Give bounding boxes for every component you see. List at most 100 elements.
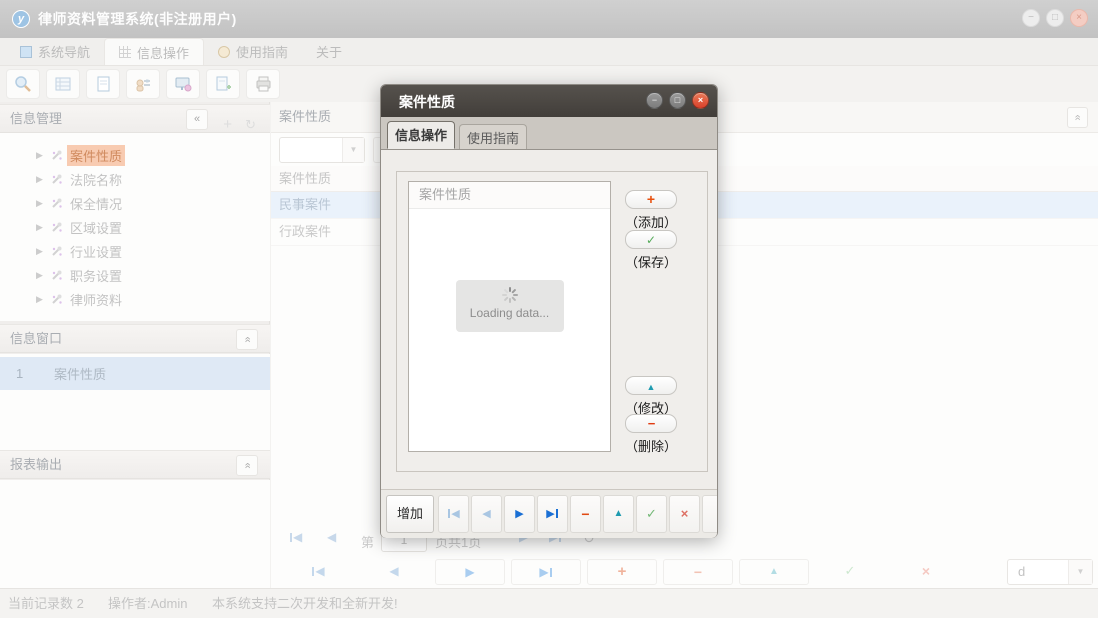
delete-record-icon[interactable]: − xyxy=(570,495,601,533)
user-settings-button[interactable] xyxy=(126,69,160,99)
minimize-icon[interactable]: − xyxy=(1022,9,1040,27)
tool-icon xyxy=(52,270,62,280)
tool-icon xyxy=(52,198,62,208)
chevron-down-icon[interactable]: ▼ xyxy=(1068,560,1092,584)
report-add-icon xyxy=(216,76,231,91)
cancel-icon[interactable]: × xyxy=(669,495,700,533)
expand-arrow-icon[interactable]: ▶ xyxy=(36,246,50,257)
dialog-window-controls: − □ × xyxy=(646,92,709,109)
expand-arrow-icon[interactable]: ▶ xyxy=(36,222,50,233)
tree-label: 区域设置 xyxy=(70,220,123,236)
expand-arrow-icon[interactable]: ▶ xyxy=(36,174,50,185)
toolbar-button-partial[interactable] xyxy=(702,495,717,533)
tool-icon xyxy=(52,294,62,304)
tree-item-lawyer-data[interactable]: ▶ 律师资料 xyxy=(0,287,270,311)
loading-indicator: Loading data... xyxy=(455,280,564,332)
save-record-icon[interactable]: ✓ xyxy=(815,559,885,585)
close-icon[interactable]: × xyxy=(1070,9,1088,27)
filter-dropdown[interactable]: ▼ xyxy=(279,137,365,163)
expand-arrow-icon[interactable]: ▶ xyxy=(36,150,50,161)
first-record-icon[interactable]: ◀ xyxy=(283,559,353,585)
expand-arrow-icon[interactable]: ▶ xyxy=(36,294,50,305)
data-list-icon xyxy=(55,77,71,91)
tree-label: 保全情况 xyxy=(70,196,123,212)
tree-item-position-settings[interactable]: ▶ 职务设置 xyxy=(0,263,270,287)
tree-item-case-nature[interactable]: ▶ 案件性质 xyxy=(0,143,270,167)
list-column-header[interactable]: 案件性质 xyxy=(409,182,610,209)
maximize-icon[interactable]: □ xyxy=(669,92,686,109)
add-button[interactable]: + xyxy=(625,190,677,209)
statusbar: 当前记录数 2 操作者:Admin 本系统支持二次开发和全新开发! xyxy=(0,588,1098,618)
sidebar: 信息管理 « + ↻ ▶ 案件性质 ▶ 法院名称 ▶ 保全情况 ▶ 区域设置 ▶… xyxy=(0,102,270,588)
modify-button[interactable]: ▲ xyxy=(625,376,677,395)
prev-page-icon[interactable]: ◀ xyxy=(327,530,336,544)
expand-arrow-icon[interactable]: ▶ xyxy=(36,198,50,209)
add-record-icon[interactable]: + xyxy=(587,559,657,585)
next-record-icon[interactable]: ▶ xyxy=(504,495,535,533)
info-management-panel-header[interactable]: 信息管理 « + ↻ xyxy=(0,104,270,133)
data-list-button[interactable] xyxy=(46,69,80,99)
dialog-footer-toolbar: 增加 ◀ ◀ ▶ ▶ − ▲ ✓ × xyxy=(381,489,717,538)
dialog-body: 案件性质 Loading data... + （添加） ✓ （保存） ▲ （修改… xyxy=(381,150,717,489)
tree-item-court-name[interactable]: ▶ 法院名称 xyxy=(0,167,270,191)
panel-title: 报表输出 xyxy=(10,457,63,472)
list-item[interactable]: 1 案件性质 xyxy=(0,357,270,390)
document-button[interactable] xyxy=(86,69,120,99)
modify-record-icon[interactable]: ▲ xyxy=(739,559,809,585)
save-button[interactable]: ✓ xyxy=(625,230,677,249)
tab-user-guide[interactable]: 使用指南 xyxy=(459,124,527,149)
tree-item-industry-settings[interactable]: ▶ 行业设置 xyxy=(0,239,270,263)
plus-icon: + xyxy=(646,191,656,207)
dialog-titlebar: 案件性质 − □ × xyxy=(381,85,717,117)
prev-record-icon[interactable]: ◀ xyxy=(359,559,429,585)
tree-item-preservation[interactable]: ▶ 保全情况 xyxy=(0,191,270,215)
minimize-icon[interactable]: − xyxy=(646,92,663,109)
prev-record-icon[interactable]: ◀ xyxy=(471,495,502,533)
tab-user-guide[interactable]: 使用指南 xyxy=(204,38,302,65)
tree-item-region-settings[interactable]: ▶ 区域设置 xyxy=(0,215,270,239)
add-label: （添加） xyxy=(624,215,677,230)
add-row-button[interactable]: 增加 xyxy=(386,495,434,533)
last-record-icon[interactable]: ▶ xyxy=(537,495,568,533)
expand-arrow-icon[interactable]: ▶ xyxy=(36,270,50,281)
report-add-button[interactable] xyxy=(206,69,240,99)
collapse-up-icon[interactable]: « xyxy=(1067,107,1088,128)
main-titlebar: y 律师资料管理系统(非注册用户) − □ × xyxy=(0,0,1098,38)
panel-title: 信息窗口 xyxy=(10,331,63,346)
record-dropdown[interactable]: d ▼ xyxy=(1007,559,1093,585)
delete-button[interactable]: − xyxy=(625,414,677,433)
tab-label: 信息操作 xyxy=(137,45,190,61)
modify-record-icon[interactable]: ▲ xyxy=(603,495,634,533)
delete-label: （删除） xyxy=(624,439,677,454)
case-nature-dialog: 案件性质 − □ × 信息操作 使用指南 案件性质 Loading data..… xyxy=(380,84,718,538)
tab-about[interactable]: 关于 xyxy=(302,38,356,65)
collapse-left-icon[interactable]: « xyxy=(186,109,208,130)
tab-info-operation[interactable]: 信息操作 xyxy=(104,38,205,65)
delete-record-icon[interactable]: − xyxy=(663,559,733,585)
next-record-icon[interactable]: ▶ xyxy=(435,559,505,585)
first-record-icon[interactable]: ◀ xyxy=(438,495,469,533)
tab-system-nav[interactable]: 系统导航 xyxy=(6,38,104,65)
close-icon[interactable]: × xyxy=(692,92,709,109)
list-item-index: 1 xyxy=(16,366,24,381)
application-window: y 律师资料管理系统(非注册用户) − □ × 系统导航 信息操作 使用指南 关… xyxy=(0,0,1098,618)
chevron-down-icon[interactable]: ▼ xyxy=(342,138,364,162)
tool-icon xyxy=(52,150,62,160)
app-logo-icon: y xyxy=(12,10,30,28)
collapse-up-icon[interactable]: « xyxy=(236,455,258,476)
search-button[interactable] xyxy=(6,69,40,99)
report-output-panel-header[interactable]: 报表输出 « xyxy=(0,450,270,479)
collapse-up-icon[interactable]: « xyxy=(236,329,258,350)
last-record-icon[interactable]: ▶ xyxy=(511,559,581,585)
maximize-icon[interactable]: □ xyxy=(1046,9,1064,27)
monitor-button[interactable] xyxy=(166,69,200,99)
save-record-icon[interactable]: ✓ xyxy=(636,495,667,533)
info-window-panel-header[interactable]: 信息窗口 « xyxy=(0,324,270,353)
printer-button[interactable] xyxy=(246,69,280,99)
cancel-icon[interactable]: × xyxy=(891,559,961,585)
spinner-icon xyxy=(501,287,518,303)
document-icon xyxy=(97,76,110,92)
tree-label: 律师资料 xyxy=(70,292,123,308)
tab-info-operation[interactable]: 信息操作 xyxy=(387,121,455,149)
first-page-icon[interactable]: ◀ xyxy=(289,530,302,544)
